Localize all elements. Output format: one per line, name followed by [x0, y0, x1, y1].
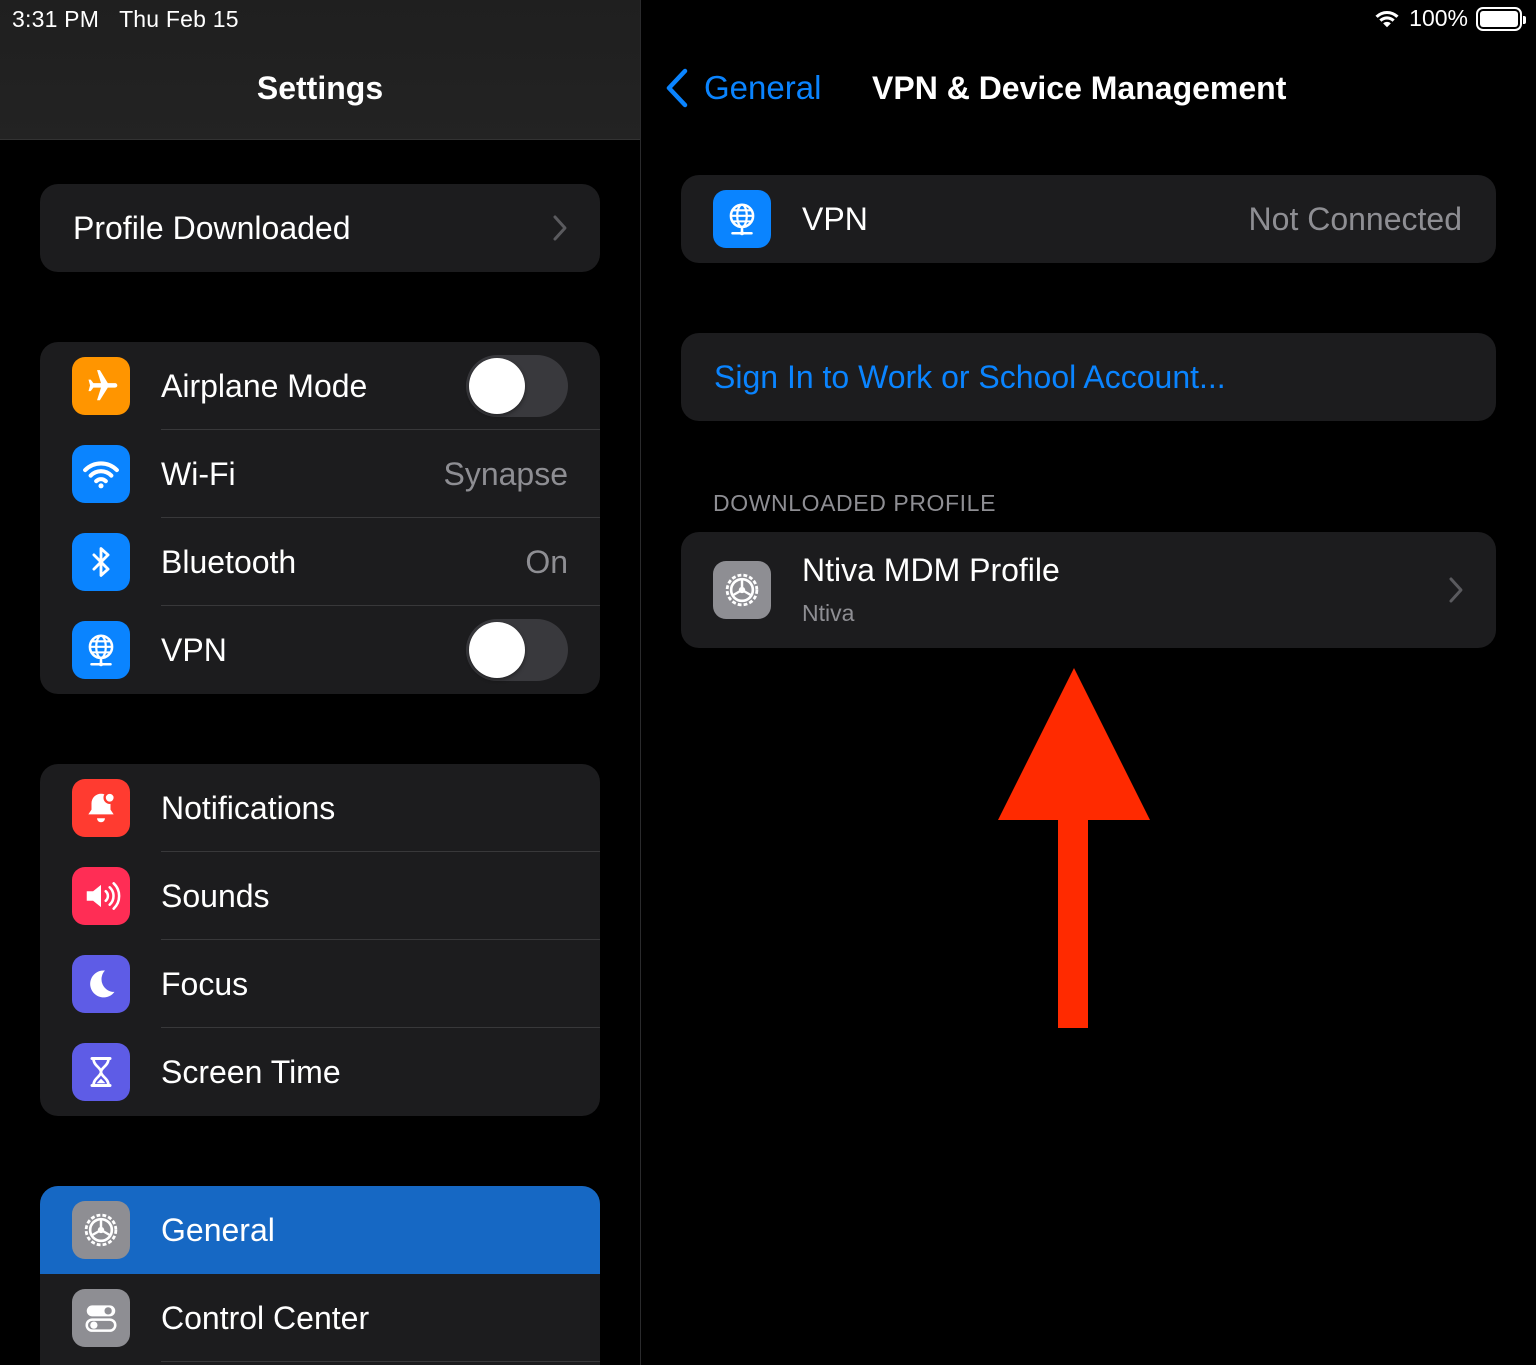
sidebar-item-screen-time[interactable]: Screen Time: [40, 1028, 600, 1116]
sidebar-item-vpn[interactable]: VPN: [40, 606, 600, 694]
annotation-arrow-up-icon: [998, 668, 1150, 1028]
notifications-label: Notifications: [161, 789, 336, 826]
status-indicators: 100%: [1373, 5, 1526, 32]
sidebar-title: Settings: [256, 70, 384, 106]
page-title: VPN & Device Management: [872, 70, 1287, 106]
profile-downloaded-label: Profile Downloaded: [73, 209, 351, 246]
battery-fill: [1480, 10, 1518, 27]
bell-icon: [72, 779, 130, 837]
wifi-status-icon: [1375, 10, 1399, 27]
sign-in-row[interactable]: Sign In to Work or School Account...: [681, 333, 1496, 421]
vpn-globe-icon: [72, 621, 130, 679]
profile-organization: Ntiva: [802, 600, 855, 626]
split-view-divider: [640, 0, 641, 1365]
chevron-right-icon: [553, 215, 567, 241]
sidebar-item-general[interactable]: General: [40, 1186, 600, 1274]
back-button[interactable]: General: [664, 68, 821, 108]
toggle-knob: [469, 358, 525, 414]
back-label: General: [704, 69, 822, 106]
vpn-label: VPN: [161, 631, 227, 668]
system-group: General Control Center: [40, 1186, 600, 1365]
general-label: General: [161, 1211, 275, 1248]
connectivity-group: Airplane Mode Wi-Fi Synapse Bluetooth On…: [40, 342, 600, 694]
control-center-label: Control Center: [161, 1299, 370, 1336]
settings-sidebar: Settings Profile Downloaded Airplane Mod…: [0, 0, 640, 1365]
alerts-group: Notifications Sounds Focus Screen Time: [40, 764, 600, 1116]
switches-icon: [72, 1289, 130, 1347]
sidebar-item-control-center[interactable]: Control Center: [40, 1274, 600, 1362]
airplane-mode-toggle[interactable]: [466, 355, 568, 417]
bluetooth-label: Bluetooth: [161, 543, 297, 580]
downloaded-profile-header: DOWNLOADED PROFILE: [713, 490, 997, 516]
vpn-globe-icon: [713, 190, 771, 248]
gear-icon: [713, 561, 771, 619]
sidebar-item-bluetooth[interactable]: Bluetooth On: [40, 518, 600, 606]
sign-in-link[interactable]: Sign In to Work or School Account...: [714, 359, 1226, 396]
wifi-icon: [72, 445, 130, 503]
sidebar-item-sounds[interactable]: Sounds: [40, 852, 600, 940]
status-date: Thu Feb 15: [119, 6, 239, 32]
vpn-toggle[interactable]: [466, 619, 568, 681]
sounds-label: Sounds: [161, 877, 270, 914]
sidebar-item-airplane-mode[interactable]: Airplane Mode: [40, 342, 600, 430]
sidebar-item-wifi[interactable]: Wi-Fi Synapse: [40, 430, 600, 518]
mdm-profile-row[interactable]: Ntiva MDM Profile Ntiva: [681, 532, 1496, 648]
sidebar-item-focus[interactable]: Focus: [40, 940, 600, 1028]
vpn-label: VPN: [802, 201, 868, 237]
wifi-network-value: Synapse: [443, 455, 568, 492]
speaker-icon: [72, 867, 130, 925]
gear-icon: [72, 1201, 130, 1259]
profile-downloaded-group: Profile Downloaded: [40, 184, 600, 272]
toggle-knob: [469, 622, 525, 678]
screen-time-label: Screen Time: [161, 1053, 341, 1090]
chevron-right-icon: [1449, 577, 1463, 603]
bluetooth-status-value: On: [525, 543, 568, 580]
status-clock: 3:31 PM: [12, 6, 100, 32]
row-divider: [161, 1361, 600, 1362]
battery-percentage: 100%: [1409, 5, 1468, 31]
profile-downloaded-row[interactable]: Profile Downloaded: [40, 184, 600, 272]
profile-name: Ntiva MDM Profile: [802, 552, 1060, 588]
sidebar-item-notifications[interactable]: Notifications: [40, 764, 600, 852]
airplane-icon: [72, 357, 130, 415]
moon-icon: [72, 955, 130, 1013]
status-time: 3:31 PM Thu Feb 15: [12, 6, 239, 33]
battery-icon: [1476, 6, 1526, 31]
bluetooth-icon: [72, 533, 130, 591]
airplane-mode-label: Airplane Mode: [161, 367, 368, 404]
focus-label: Focus: [161, 965, 249, 1002]
vpn-row[interactable]: VPN Not Connected: [681, 175, 1496, 263]
chevron-left-icon: [666, 68, 688, 108]
vpn-status-value: Not Connected: [1248, 201, 1462, 237]
wifi-label: Wi-Fi: [161, 455, 236, 492]
hourglass-icon: [72, 1043, 130, 1101]
